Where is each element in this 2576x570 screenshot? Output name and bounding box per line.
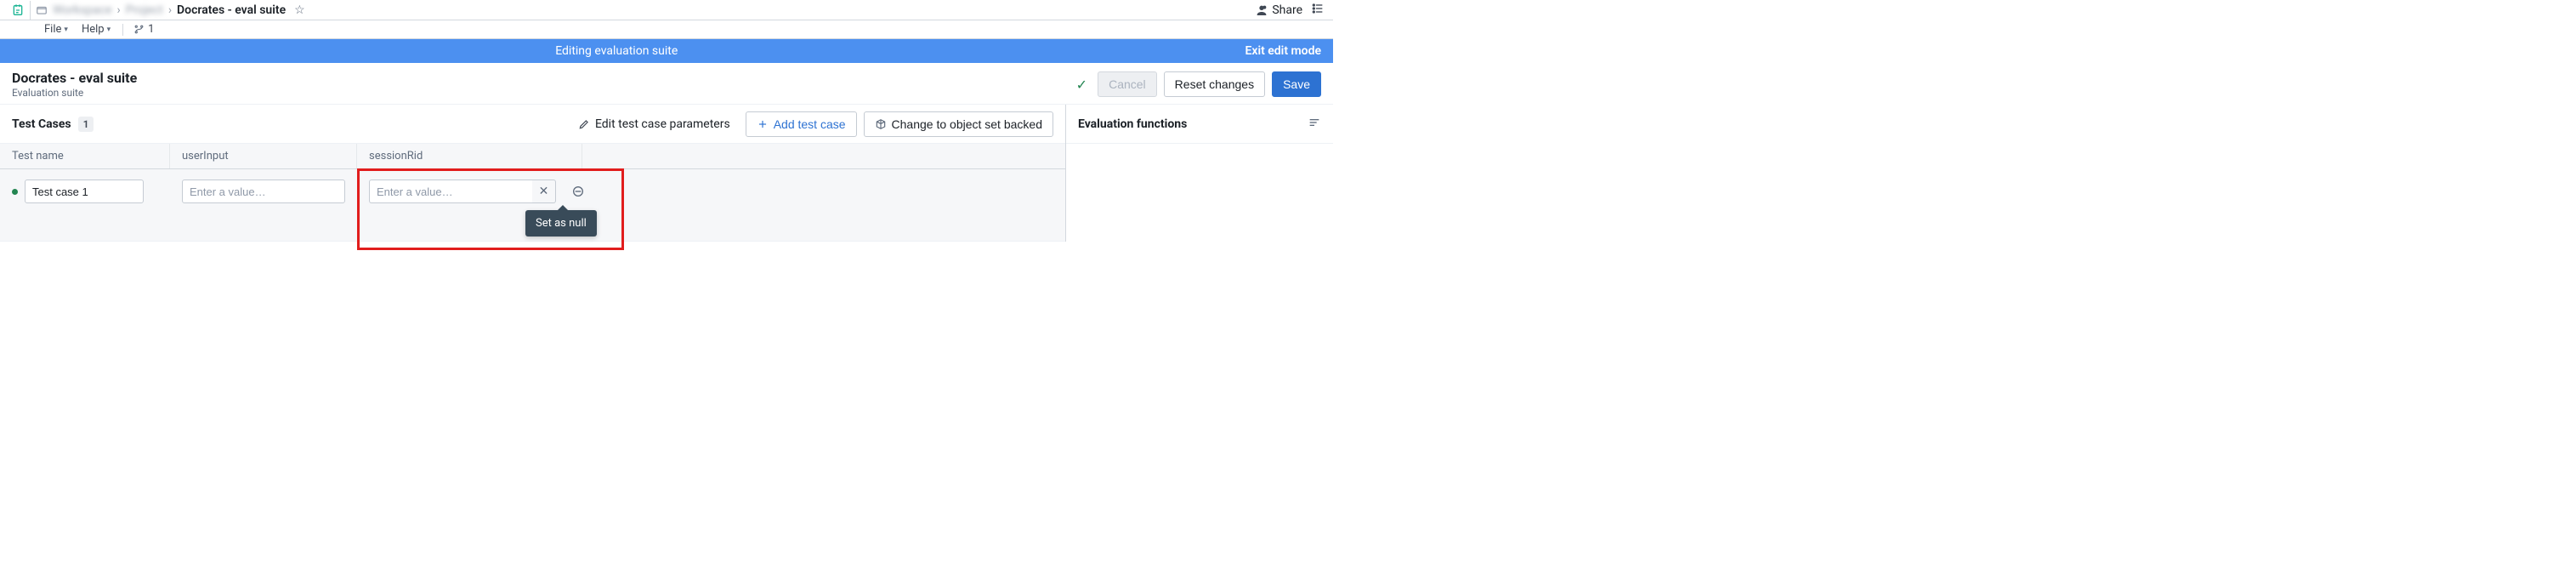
user-input-field[interactable] [182,180,345,203]
star-icon[interactable]: ☆ [294,3,305,17]
breadcrumb-item-hidden-2[interactable]: Project [126,3,163,17]
column-session-rid[interactable]: sessionRid [357,144,582,168]
share-button[interactable]: Share [1255,3,1302,17]
cancel-button: Cancel [1098,71,1157,97]
test-cases-pane: Test Cases 1 Edit test case parameters A… [0,105,1066,242]
column-test-name[interactable]: Test name [0,144,170,168]
edit-params-button[interactable]: Edit test case parameters [570,117,739,131]
sort-icon[interactable] [1308,116,1321,133]
evaluation-functions-title: Evaluation functions [1078,117,1308,131]
page-subtitle: Evaluation suite [12,87,1076,99]
chevron-right-icon: › [117,3,121,17]
test-name-input[interactable] [25,180,144,203]
exit-edit-mode-button[interactable]: Exit edit mode [1233,44,1333,58]
branch-count: 1 [148,23,154,36]
column-user-input[interactable]: userInput [170,144,357,168]
status-dot [12,189,18,195]
save-button[interactable]: Save [1272,71,1321,97]
page-title: Docrates - eval suite [12,70,1076,86]
main-content: Test Cases 1 Edit test case parameters A… [0,105,1333,242]
caret-down-icon: ▾ [107,26,111,34]
page-header: Docrates - eval suite Evaluation suite ✓… [0,63,1333,105]
table-row: ✕ Set as null [0,169,1065,242]
evaluation-functions-pane: Evaluation functions [1066,105,1333,242]
column-spacer [582,144,1065,168]
menu-separator [122,24,123,36]
breadcrumb-title[interactable]: Docrates - eval suite [177,3,286,17]
caret-down-icon: ▾ [64,26,68,34]
menu-file[interactable]: File▾ [37,23,75,36]
check-icon: ✓ [1076,77,1087,93]
change-backed-button[interactable]: Change to object set backed [864,111,1053,137]
test-cases-header: Test Cases 1 Edit test case parameters A… [0,105,1065,144]
add-test-case-button[interactable]: Add test case [746,111,857,137]
tooltip: Set as null [525,210,597,237]
share-label: Share [1272,3,1302,17]
branch-indicator[interactable]: 1 [128,23,159,36]
folder-icon [36,4,48,16]
app-icon [5,1,31,20]
menu-help[interactable]: Help▾ [75,23,117,36]
clear-button[interactable]: ✕ [532,180,556,203]
reset-changes-button[interactable]: Reset changes [1164,71,1265,97]
breadcrumb-item-hidden-1[interactable]: Workspace [53,3,112,17]
chevron-right-icon: › [168,3,172,17]
test-cases-title: Test Cases [12,117,71,131]
column-headers: Test name userInput sessionRid [0,144,1065,169]
edit-mode-banner: Editing evaluation suite Exit edit mode [0,39,1333,63]
banner-text: Editing evaluation suite [0,44,1233,58]
set-null-button[interactable] [571,180,585,203]
test-cases-count: 1 [78,117,94,132]
menubar: File▾ Help▾ 1 [0,20,1333,39]
topbar: Workspace › Project › Docrates - eval su… [0,0,1333,20]
list-icon[interactable] [1311,2,1325,19]
session-rid-field[interactable] [369,180,532,203]
breadcrumb: Workspace › Project › Docrates - eval su… [36,3,1255,17]
